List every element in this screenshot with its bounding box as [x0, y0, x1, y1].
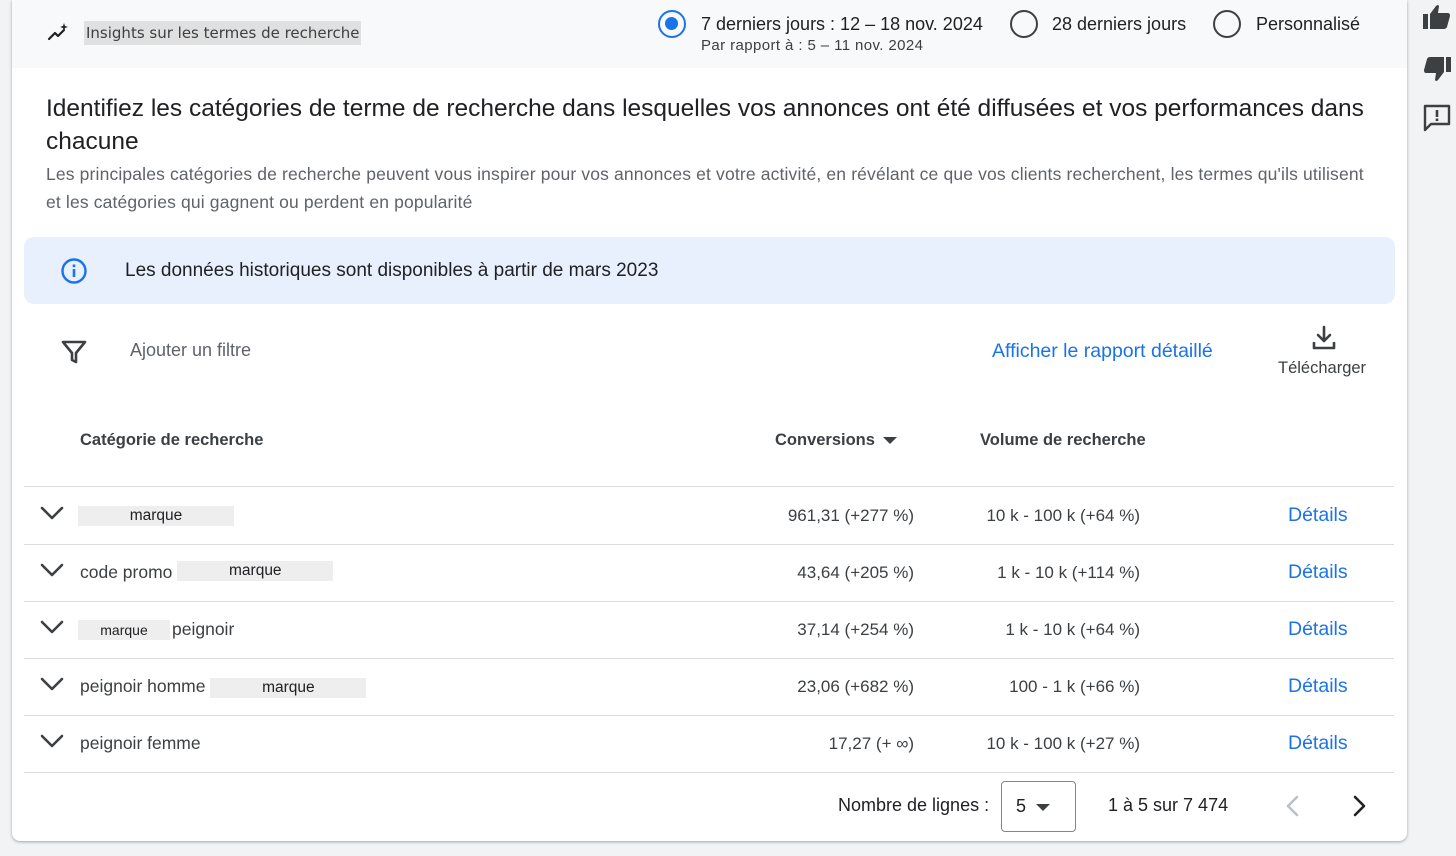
comparison-period: Par rapport à : 5 – 11 nov. 2024 [701, 37, 924, 54]
page-description: Les principales catégories de recherche … [46, 164, 1364, 212]
redacted-brand: marque [78, 620, 170, 641]
volume-cell: 1 k - 10 k (+64 %) [1005, 620, 1140, 639]
category-cell: marque peignoir [78, 618, 235, 641]
page-title: Identifiez les catégories de terme de re… [46, 95, 1364, 155]
feedback-icon[interactable] [1422, 103, 1452, 133]
category-cell: code promo marque [80, 561, 334, 583]
rows-per-page-label: Nombre de lignes : [838, 795, 990, 815]
expand-chevron-icon[interactable] [39, 503, 65, 523]
sort-descending-icon [882, 437, 897, 445]
table-row: marque peignoir 37,14 (+254 %) 1 k - 10 k… [12, 601, 1407, 658]
column-header-conversions[interactable]: Conversions [775, 431, 897, 450]
details-link[interactable]: Détails [1288, 504, 1348, 527]
volume-cell: 10 k - 100 k (+27 %) [986, 734, 1140, 753]
download-icon[interactable] [1310, 324, 1338, 352]
category-cell: peignoir homme marque [80, 675, 367, 699]
table-divider [24, 772, 1394, 773]
add-filter-input[interactable]: Ajouter un filtre [130, 340, 251, 361]
info-icon [61, 258, 87, 284]
expand-chevron-icon[interactable] [39, 674, 65, 694]
table-row: peignoir femme 17,27 (+ ∞) 10 k - 100 k … [12, 715, 1407, 772]
conversions-cell: 43,64 (+205 %) [797, 563, 914, 582]
banner-text: Les données historiques sont disponibles… [125, 260, 659, 281]
info-banner: Les données historiques sont disponibles… [24, 237, 1395, 304]
category-cell: peignoir femme [80, 732, 201, 754]
expand-chevron-icon[interactable] [39, 731, 65, 751]
rows-per-page-select[interactable]: 5 [1001, 781, 1076, 832]
details-link[interactable]: Détails [1288, 561, 1348, 584]
detailed-report-link[interactable]: Afficher le rapport détaillé [992, 340, 1213, 363]
details-link[interactable]: Détails [1288, 618, 1348, 641]
dropdown-caret-icon [1036, 804, 1050, 811]
expand-chevron-icon[interactable] [39, 560, 65, 580]
insights-sparkle-icon [47, 23, 68, 41]
rows-per-page-value: 5 [1016, 796, 1027, 816]
volume-cell: 100 - 1 k (+66 %) [1009, 677, 1140, 696]
conversions-cell: 961,31 (+277 %) [787, 506, 914, 525]
details-link[interactable]: Détails [1288, 732, 1348, 755]
volume-cell: 1 k - 10 k (+114 %) [997, 563, 1140, 582]
redacted-brand: marque [210, 678, 367, 699]
previous-page-icon[interactable] [1284, 794, 1302, 818]
column-header-conversions-label: Conversions [775, 431, 875, 449]
radio-7-days[interactable] [658, 10, 686, 38]
category-cell: marque [78, 504, 234, 527]
radio-7-days-label[interactable]: 7 derniers jours : 12 – 18 nov. 2024 [701, 13, 983, 35]
download-button-label[interactable]: Télécharger [1278, 359, 1366, 378]
thumbs-down-icon[interactable] [1422, 54, 1452, 84]
insights-title: Insights sur les termes de recherche [84, 21, 362, 45]
category-text: code promo [80, 562, 178, 582]
details-link[interactable]: Détails [1288, 675, 1348, 698]
radio-28-days-label[interactable]: 28 derniers jours [1052, 13, 1186, 35]
column-header-category: Catégorie de recherche [80, 431, 264, 449]
table-row: marque 961,31 (+277 %) 10 k - 100 k (+64… [12, 487, 1407, 544]
radio-28-days[interactable] [1010, 10, 1038, 38]
radio-custom-label[interactable]: Personnalisé [1256, 13, 1360, 35]
category-text: peignoir [172, 619, 235, 639]
table-row: code promo marque 43,64 (+205 %) 1 k - 1… [12, 544, 1407, 601]
conversions-cell: 17,27 (+ ∞) [828, 734, 914, 753]
insights-card: Insights sur les termes de recherche 7 d… [12, 0, 1407, 841]
radio-custom[interactable] [1213, 10, 1241, 38]
redacted-brand: marque [177, 561, 334, 582]
conversions-cell: 37,14 (+254 %) [797, 620, 914, 639]
redacted-brand: marque [78, 506, 234, 527]
column-header-volume: Volume de recherche [980, 431, 1146, 449]
category-text: peignoir femme [80, 733, 201, 753]
volume-cell: 10 k - 100 k (+64 %) [986, 506, 1140, 525]
next-page-icon[interactable] [1350, 794, 1368, 818]
filter-icon[interactable] [60, 338, 88, 366]
conversions-cell: 23,06 (+682 %) [797, 677, 914, 696]
pagination-range: 1 à 5 sur 7 474 [1108, 795, 1229, 815]
table-row: peignoir homme marque 23,06 (+682 %) 100… [12, 658, 1407, 715]
insights-header: Insights sur les termes de recherche 7 d… [12, 0, 1407, 68]
category-text: peignoir homme [80, 676, 211, 696]
thumbs-up-icon[interactable] [1422, 2, 1452, 32]
expand-chevron-icon[interactable] [39, 617, 65, 637]
